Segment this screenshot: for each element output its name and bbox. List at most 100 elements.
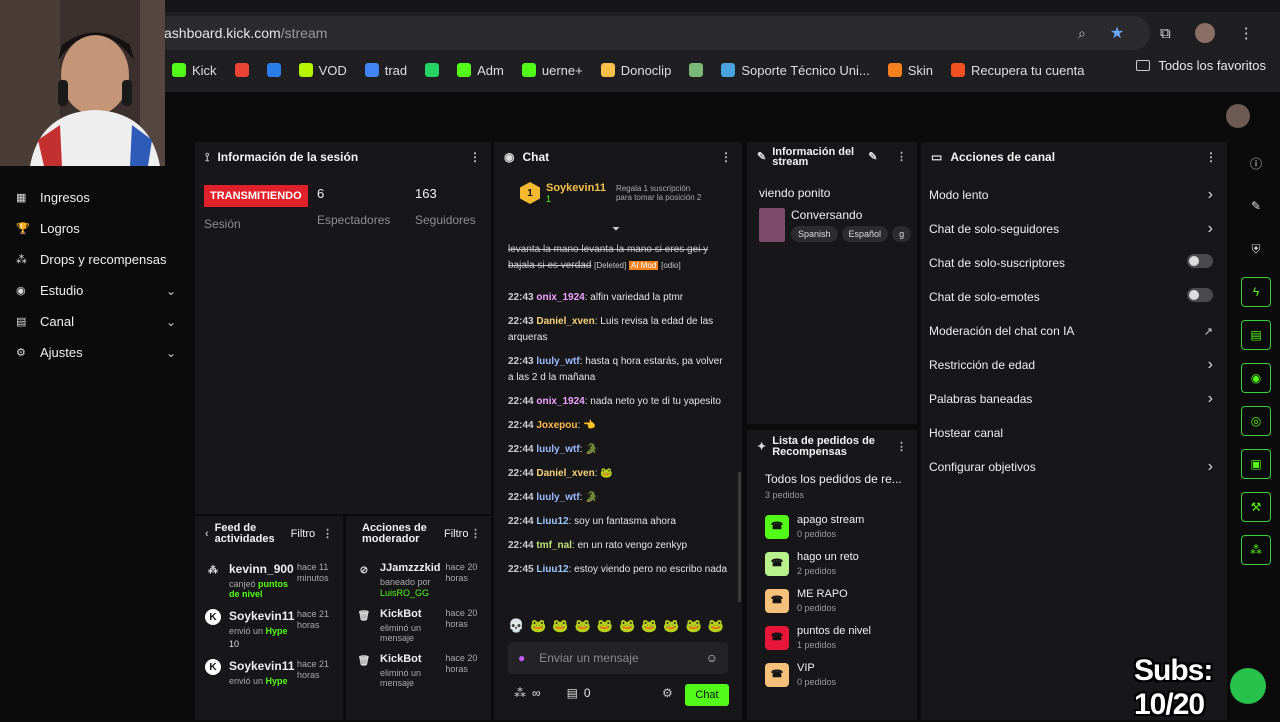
zoom-icon[interactable]: ⌕ [1078,25,1086,42]
bookmark-item[interactable] [234,63,249,77]
channel-action-row[interactable]: Chat de solo-seguidores › [921,212,1221,246]
kebab-menu-icon[interactable]: ⋮ [1239,24,1254,42]
activity-user[interactable]: kevinn_900 [229,562,295,576]
chat-username[interactable]: onix_1924 [536,292,584,303]
channel-action-row[interactable]: Chat de solo-suscriptores [921,246,1221,280]
emote-frog2-icon[interactable]: 🐸 [552,618,568,634]
bookmark-item[interactable] [266,63,281,77]
emote-frog3-icon[interactable]: 🐸 [575,618,591,634]
chat-settings-icon[interactable]: ⚙ [662,686,673,700]
chat-username[interactable]: luuly_wtf [536,444,579,455]
extensions-icon[interactable]: ⧉ [1160,25,1171,42]
channel-action-row[interactable]: Modo lento › [921,178,1221,212]
bookmark-item[interactable]: Donoclip [600,63,671,78]
rail-broadcast-icon[interactable]: ◎ [1241,406,1271,436]
bookmark-item[interactable]: trad [364,63,407,78]
sidebar-item-canal[interactable]: ▤ Canal ⌄ [0,306,190,337]
bookmark-item[interactable] [689,63,704,77]
chat-username[interactable]: Daniel_xven [536,316,594,327]
profile-avatar[interactable] [1194,23,1215,43]
chat-username[interactable]: luuly_wtf [536,356,579,367]
reward-item[interactable]: ☎ apago stream 0 pedidos [765,514,871,539]
bookmark-item[interactable]: Soporte Técnico Uni... [721,63,870,78]
reward-item[interactable]: ☎ VIP 0 pedidos [765,662,871,687]
mod-action-user[interactable]: JJamzzzkid [380,562,445,574]
chat-username[interactable]: Liuu12 [536,564,568,575]
chat-send-button[interactable]: Chat [685,684,729,706]
bookmark-item[interactable]: Skin [887,63,933,78]
emote-frog9-icon[interactable]: 🐸 [708,618,724,634]
rail-wrench-icon[interactable]: ⚒ [1241,492,1271,522]
emote-frog-icon[interactable]: 🐸 [530,618,546,634]
rewards-all[interactable]: Todos los pedidos de re... 3 pedidos [765,472,902,500]
chat-username[interactable]: Liuu12 [536,516,568,527]
stream-tag[interactable]: Spanish [791,226,838,242]
sidebar-item-logros[interactable]: 🏆 Logros [0,213,190,244]
channel-action-row[interactable]: Restricción de edad › [921,348,1221,382]
channel-action-row[interactable]: Chat de solo-emotes [921,280,1221,314]
mod-filter-button[interactable]: Filtro [444,528,468,540]
emote-frog6-icon[interactable]: 🐸 [641,618,657,634]
sidebar-item-ingresos[interactable]: ▦ Ingresos [0,182,190,213]
chat-input[interactable]: ● Enviar un mensaje ☺ [508,642,728,674]
toggle-switch[interactable] [1187,287,1213,307]
mic-icon[interactable]: ● [518,651,525,665]
channel-action-row[interactable]: Moderación del chat con IA ↗ [921,314,1221,348]
sidebar-item-drops-y-recompensas[interactable]: ⁂ Drops y recompensas [0,244,190,275]
rail-layout-icon[interactable]: ▣ [1241,449,1271,479]
sidebar-item-estudio[interactable]: ◉ Estudio ⌄ [0,275,190,306]
session-menu-icon[interactable]: ⋮ [469,150,481,164]
rewards-menu-icon[interactable]: ⋮ [896,441,907,453]
bookmark-item[interactable]: Adm [457,63,504,78]
chat-menu-icon[interactable]: ⋮ [720,150,732,164]
bookmark-item[interactable]: uerne+ [521,63,583,78]
mod-menu-icon[interactable]: ⋮ [470,528,481,540]
address-bar[interactable]: ashboard.kick.com/stream [150,16,1150,50]
channel-actions-menu-icon[interactable]: ⋮ [1205,150,1217,164]
sidebar-item-ajustes[interactable]: ⚙ Ajustes ⌄ [0,337,190,368]
bookmark-item[interactable]: Recupera tu cuenta [951,63,1084,78]
edit-stream-icon[interactable]: ✎ [868,152,877,163]
activity-user[interactable]: Soykevin11 [229,609,295,623]
chat-username[interactable]: Daniel_xven [536,468,594,479]
emote-skull-icon[interactable]: 💀 [508,618,524,634]
reward-item[interactable]: ☎ ME RAPO 0 pedidos [765,588,871,613]
bookmark-item[interactable]: VOD [298,63,347,78]
pin-collapse-icon[interactable]: ⏷ [612,224,620,235]
bookmark-item[interactable] [425,63,440,77]
chat-username[interactable]: tmf_nal [536,540,572,551]
user-avatar[interactable] [1226,104,1250,128]
activity-user[interactable]: Soykevin11 [229,659,295,673]
emote-frog8-icon[interactable]: 🐸 [686,618,702,634]
rail-info-icon[interactable]: ⓘ [1241,148,1271,178]
toggle-switch[interactable] [1187,253,1213,273]
chat-username[interactable]: Joxepou [536,420,577,431]
rail-bolt-icon[interactable]: ϟ [1241,277,1271,307]
reward-item[interactable]: ☎ puntos de nivel 1 pedidos [765,625,871,650]
bookmark-item[interactable]: Kick [172,63,217,78]
emote-frog5-icon[interactable]: 🐸 [619,618,635,634]
stream-tag[interactable]: g [892,226,911,242]
activity-menu-icon[interactable]: ⋮ [322,528,333,540]
emote-frog4-icon[interactable]: 🐸 [597,618,613,634]
chat-username[interactable]: luuly_wtf [536,492,579,503]
activity-filter-button[interactable]: Filtro [291,528,315,540]
stream-tag[interactable]: Español [841,226,889,242]
chat-username[interactable]: onix_1924 [536,396,584,407]
emote-frog7-icon[interactable]: 🐸 [663,618,679,634]
channel-action-row[interactable]: Configurar objetivos › [921,450,1221,484]
mod-action-by[interactable]: LuisRO_GG [380,588,445,598]
mod-action-user[interactable]: KickBot [380,608,445,620]
stream-info-menu-icon[interactable]: ⋮ [896,152,907,163]
channel-action-row[interactable]: Hostear canal [921,416,1221,450]
rail-chat-icon[interactable]: ◉ [1241,363,1271,393]
star-icon[interactable]: ★ [1110,23,1124,43]
chat-scrollbar[interactable] [738,472,741,602]
all-favorites[interactable]: Todos los favoritos [1136,58,1266,73]
rail-shield-icon[interactable]: ⛨ [1241,234,1271,264]
reward-item[interactable]: ☎ hago un reto 2 pedidos [765,551,871,576]
rail-users-icon[interactable]: ⁂ [1241,535,1271,565]
rail-edit-icon[interactable]: ✎ [1241,191,1271,221]
emoji-picker-icon[interactable]: ☺ [706,651,718,665]
channel-action-row[interactable]: Palabras baneadas › [921,382,1221,416]
